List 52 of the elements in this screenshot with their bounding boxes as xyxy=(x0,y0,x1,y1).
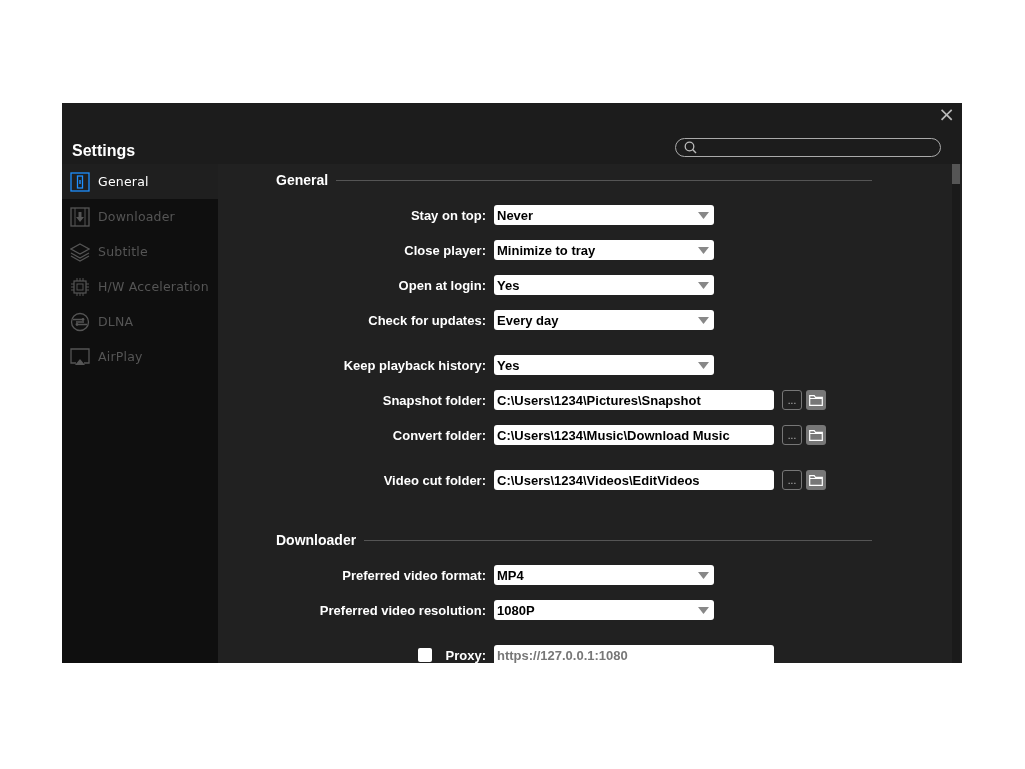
airplay-icon xyxy=(70,346,90,367)
browse-button[interactable]: ... xyxy=(782,390,802,410)
layers-icon xyxy=(70,241,90,262)
section-heading: General xyxy=(276,172,329,188)
field-label: Snapshot folder: xyxy=(382,392,486,408)
section-heading: Downloader xyxy=(276,532,357,548)
field-label: Preferred video format: xyxy=(342,567,486,583)
dropdown[interactable]: Minimize to tray xyxy=(494,240,714,260)
field-label: Check for updates: xyxy=(368,312,486,328)
caret-icon xyxy=(698,211,709,219)
field-label: Open at login: xyxy=(398,277,486,293)
field-label: Convert folder: xyxy=(392,427,486,443)
folder-path-field[interactable]: C:\Users\1234\Videos\EditVideos xyxy=(494,470,774,490)
field-label: Keep playback history: xyxy=(343,357,486,373)
open-folder-button[interactable] xyxy=(806,390,826,410)
browse-button[interactable]: ... xyxy=(782,470,802,490)
dropdown[interactable]: Yes xyxy=(494,275,714,295)
folder-icon xyxy=(809,394,823,406)
proxy-field[interactable]: https://127.0.0.1:1080 xyxy=(494,645,774,663)
search-icon xyxy=(684,140,697,154)
proxy-checkbox[interactable] xyxy=(417,648,432,662)
dropdown[interactable]: MP4 xyxy=(494,565,714,585)
window-title: Settings xyxy=(72,142,136,160)
field-label: Video cut folder: xyxy=(383,472,486,488)
folder-path-field[interactable]: C:\Users\1234\Music\Download Music xyxy=(494,425,774,445)
field-label: Stay on top: xyxy=(410,207,486,223)
sidebar-item[interactable]: General xyxy=(62,164,218,199)
chip-icon xyxy=(70,276,90,297)
field-label: Preferred video resolution: xyxy=(319,602,486,618)
folder-path-field[interactable]: C:\Users\1234\Pictures\Snapshot xyxy=(494,390,774,410)
caret-icon xyxy=(698,571,709,579)
folder-icon xyxy=(809,429,823,441)
network-icon xyxy=(70,311,90,332)
scrollbar-thumb[interactable] xyxy=(952,164,960,184)
caret-icon xyxy=(698,361,709,369)
field-label: Close player: xyxy=(404,242,486,258)
caret-icon xyxy=(698,316,709,324)
caret-icon xyxy=(698,246,709,254)
dropdown[interactable]: Never xyxy=(494,205,714,225)
info-icon xyxy=(70,171,90,192)
open-folder-button[interactable] xyxy=(806,470,826,490)
field-label: Proxy: xyxy=(445,647,486,663)
folder-icon xyxy=(809,474,823,486)
close-button[interactable]: × xyxy=(933,103,960,125)
dropdown[interactable]: 1080P xyxy=(494,600,714,620)
dropdown[interactable]: Every day xyxy=(494,310,714,330)
dropdown[interactable]: Yes xyxy=(494,355,714,375)
caret-icon xyxy=(698,281,709,289)
film-download-icon xyxy=(70,206,90,227)
browse-button[interactable]: ... xyxy=(782,425,802,445)
open-folder-button[interactable] xyxy=(806,425,826,445)
caret-icon xyxy=(698,606,709,614)
